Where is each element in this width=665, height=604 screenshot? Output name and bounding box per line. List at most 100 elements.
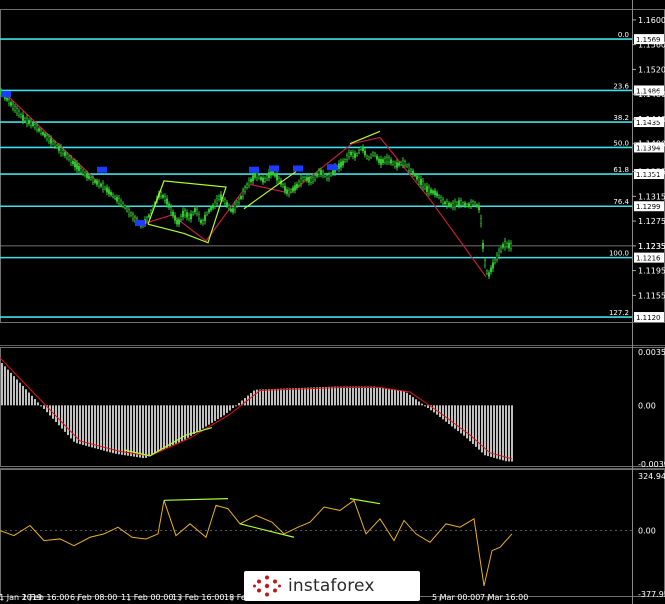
candle-body bbox=[89, 177, 92, 180]
price-tick-label: 1.1275 bbox=[638, 217, 665, 226]
histogram-bar bbox=[373, 386, 375, 406]
histogram-bar bbox=[259, 389, 261, 406]
candle-body bbox=[264, 178, 267, 182]
histogram-bar bbox=[280, 388, 282, 406]
candle-body bbox=[508, 242, 511, 249]
candle-body bbox=[274, 173, 277, 177]
chart-canvas: 0.01.156923.61.148638.21.143550.01.13946… bbox=[0, 0, 665, 604]
fib-price-label: 1.1216 bbox=[636, 255, 661, 263]
candle-body bbox=[282, 184, 285, 187]
candle-body bbox=[378, 158, 381, 163]
histogram-bar bbox=[37, 402, 39, 406]
candle-body bbox=[344, 159, 347, 162]
candle-body bbox=[388, 157, 391, 163]
candle-body bbox=[171, 211, 174, 216]
histogram-bar bbox=[34, 399, 36, 406]
candle-body bbox=[476, 204, 479, 207]
price-tick-label: 1.1480 bbox=[638, 90, 665, 99]
candle-body bbox=[416, 175, 419, 180]
candle-body bbox=[28, 120, 31, 124]
candle-body bbox=[16, 108, 19, 114]
signal-marker bbox=[1, 91, 11, 98]
histogram-bar bbox=[385, 388, 387, 406]
histogram-bar bbox=[415, 399, 417, 406]
histogram-bar bbox=[268, 389, 270, 406]
candle-body bbox=[322, 171, 325, 176]
candle-body bbox=[161, 194, 164, 198]
candle-body bbox=[412, 170, 415, 175]
candle-body bbox=[117, 198, 120, 204]
candle-body bbox=[149, 210, 152, 214]
candle-body bbox=[229, 209, 232, 212]
candle-body bbox=[24, 118, 27, 121]
histogram-bar bbox=[310, 387, 312, 406]
candle-body bbox=[215, 198, 218, 204]
candle-body bbox=[91, 177, 94, 183]
time-tick-label: 1 Feb 16:00 bbox=[22, 593, 69, 602]
candle-body bbox=[314, 175, 317, 180]
candle-body bbox=[300, 178, 303, 185]
candle-body bbox=[292, 187, 295, 192]
histogram-bar bbox=[253, 390, 255, 406]
fib-ratio-label: 100.0 bbox=[609, 250, 629, 258]
candle-body bbox=[462, 202, 465, 205]
candle-body bbox=[105, 187, 108, 193]
time-tick-label: 13 Feb 16:00 bbox=[172, 593, 224, 602]
histogram-tick-label: 0.00359 bbox=[638, 348, 665, 357]
candle-body bbox=[448, 202, 451, 207]
candle-body bbox=[121, 203, 124, 207]
candle-body bbox=[442, 199, 445, 204]
candle-body bbox=[340, 161, 343, 168]
histogram-tick-label: 0.00 bbox=[638, 401, 656, 410]
candle-body bbox=[286, 189, 289, 194]
candle-body bbox=[7, 99, 10, 104]
candle-body bbox=[85, 173, 88, 179]
candle-body bbox=[87, 175, 90, 179]
fib-ratio-label: 50.0 bbox=[613, 139, 629, 147]
candle-body bbox=[223, 199, 226, 204]
candle-body bbox=[13, 106, 16, 111]
histogram-bar bbox=[352, 386, 354, 406]
histogram-bar bbox=[97, 405, 99, 450]
candle-body bbox=[191, 212, 194, 215]
histogram-bar bbox=[64, 405, 66, 432]
histogram-bar bbox=[271, 389, 273, 406]
histogram-bar bbox=[322, 387, 324, 406]
candle-body bbox=[502, 244, 505, 248]
fib-ratio-label: 127.2 bbox=[609, 309, 629, 317]
histogram-bar bbox=[409, 394, 411, 406]
pattern-line bbox=[349, 130, 381, 145]
candle-body bbox=[71, 160, 74, 165]
candle-body bbox=[362, 146, 365, 151]
candle-body bbox=[366, 155, 369, 159]
candle-body bbox=[382, 159, 385, 163]
candle-body bbox=[472, 201, 475, 205]
histogram-bar bbox=[79, 405, 81, 445]
histogram-bar bbox=[343, 386, 345, 406]
candle-body bbox=[83, 172, 86, 176]
candle-body bbox=[390, 159, 393, 164]
histogram-bar bbox=[358, 386, 360, 406]
histogram-bar bbox=[370, 386, 372, 406]
candle-body bbox=[111, 193, 114, 197]
histogram-bar bbox=[31, 395, 33, 406]
histogram-bar bbox=[364, 386, 366, 406]
histogram-bar bbox=[286, 388, 288, 406]
candle-body bbox=[328, 174, 331, 179]
histogram-bars bbox=[0, 357, 513, 462]
histogram-bar bbox=[4, 366, 6, 406]
candle-body bbox=[456, 202, 459, 206]
candle-body bbox=[306, 177, 309, 181]
candle-body bbox=[249, 178, 252, 183]
fib-ratio-label: 23.6 bbox=[613, 82, 629, 90]
candle-body bbox=[504, 241, 507, 248]
candle-body bbox=[9, 102, 12, 106]
price-tick-label: 1.1315 bbox=[638, 192, 665, 201]
candle-body bbox=[464, 202, 467, 207]
histogram-bar bbox=[196, 405, 198, 433]
histogram-bar bbox=[262, 389, 264, 406]
histogram-bar bbox=[175, 405, 177, 444]
candle-body bbox=[480, 218, 483, 224]
candle-body bbox=[346, 155, 349, 160]
candle-body bbox=[478, 205, 481, 211]
